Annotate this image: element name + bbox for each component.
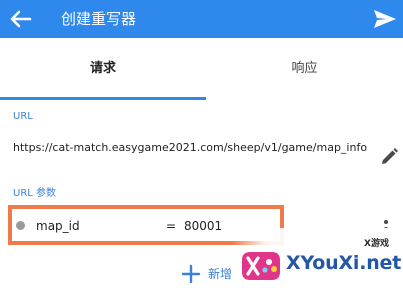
gamepad-logo — [242, 252, 280, 280]
arrow-left-icon — [10, 10, 32, 28]
url-params-section-label: URL 参数 — [13, 188, 57, 199]
tab-bar: 请求 响应 — [0, 38, 403, 100]
watermark-tagline: X游戏 — [364, 239, 389, 249]
app-bar: 创建重写器 — [0, 0, 403, 38]
param-value: 80001 — [184, 219, 223, 233]
url-value[interactable]: https://cat-match.easygame2021.com/sheep… — [13, 139, 368, 157]
watermark-brand: XYouXi.net — [286, 252, 402, 274]
param-separator: = — [166, 219, 177, 233]
send-icon — [374, 10, 396, 28]
send-button[interactable] — [368, 2, 402, 36]
pencil-icon — [382, 148, 398, 164]
page-title: 创建重写器 — [61, 10, 137, 28]
url-section-label: URL — [13, 111, 33, 122]
plus-icon — [181, 264, 201, 284]
tab-indicator — [0, 97, 206, 100]
tab-request[interactable]: 请求 — [0, 38, 206, 99]
tab-response[interactable]: 响应 — [206, 38, 403, 99]
back-button[interactable] — [4, 2, 38, 36]
watermark: X游戏 XYouXi.net — [232, 228, 403, 293]
edit-url-button[interactable] — [377, 145, 401, 169]
param-status-dot — [16, 221, 25, 230]
param-key: map_id — [36, 219, 80, 233]
add-param-label: 新增 — [208, 267, 233, 281]
